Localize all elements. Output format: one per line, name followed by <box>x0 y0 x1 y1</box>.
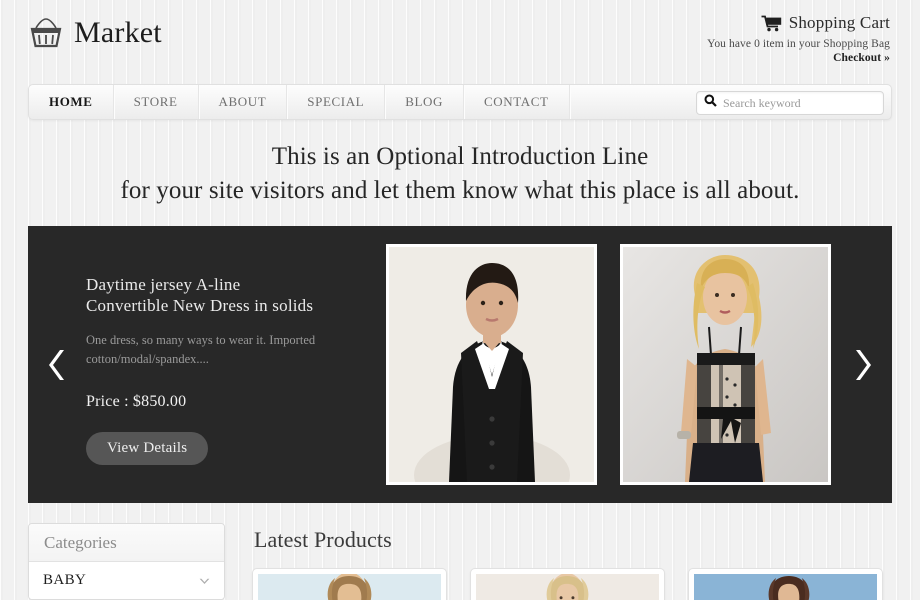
site-logo[interactable]: Market <box>28 16 162 50</box>
shopping-cart-link[interactable]: Shopping Cart <box>640 13 890 33</box>
chevron-right-icon <box>856 349 871 380</box>
categories-sidebar: Categories BABY <box>28 523 225 600</box>
main-navigation: HOME STORE ABOUT SPECIAL BLOG CONTACT <box>28 84 892 120</box>
shopping-cart-title: Shopping Cart <box>788 13 890 32</box>
product-card-2[interactable] <box>470 568 665 600</box>
shopping-basket-icon <box>28 16 64 50</box>
product-thumbnail-2 <box>476 574 659 600</box>
nav-item-special[interactable]: SPECIAL <box>287 85 386 119</box>
product-thumbnail-1 <box>258 574 441 600</box>
slide-image-2[interactable] <box>620 244 831 485</box>
nav-item-about[interactable]: ABOUT <box>199 85 288 119</box>
categories-header: Categories <box>29 524 224 562</box>
slide-title-line-2: Convertible New Dress in solids <box>86 296 314 315</box>
chevron-down-icon <box>199 572 210 590</box>
intro-line-2: for your site visitors and let them know… <box>120 177 800 204</box>
latest-products-grid <box>252 568 883 600</box>
latest-products-title: Latest Products <box>254 527 392 552</box>
nav-item-list: HOME STORE ABOUT SPECIAL BLOG CONTACT <box>29 85 570 119</box>
nav-item-store[interactable]: STORE <box>114 85 199 119</box>
slider-next-button[interactable] <box>848 344 876 386</box>
shopping-cart-block: Shopping Cart You have 0 item in your Sh… <box>640 13 890 64</box>
view-details-button[interactable]: View Details <box>86 432 209 465</box>
search-box[interactable] <box>696 91 884 115</box>
intro-text-block: This is an Optional Introduction Line fo… <box>0 140 920 208</box>
slide-description: One dress, so many ways to wear it. Impo… <box>86 333 316 366</box>
product-card-1[interactable] <box>252 568 447 600</box>
sidebar-item-baby[interactable]: BABY <box>29 562 224 599</box>
chevron-left-icon <box>49 349 64 380</box>
product-thumbnail-3 <box>694 574 877 600</box>
site-logo-text: Market <box>74 16 162 49</box>
page-header: Market Shopping Cart You have 0 item in … <box>0 0 920 82</box>
slide-title: Daytime jersey A-line Convertible New Dr… <box>86 274 366 316</box>
category-label: BABY <box>43 572 87 588</box>
shopping-cart-icon <box>761 15 782 32</box>
search-input[interactable] <box>723 95 876 111</box>
nav-item-home[interactable]: HOME <box>29 85 114 119</box>
slider-prev-button[interactable] <box>44 344 72 386</box>
featured-product-slider: Daytime jersey A-line Convertible New Dr… <box>28 226 892 503</box>
search-icon <box>704 94 717 112</box>
nav-item-contact[interactable]: CONTACT <box>464 85 570 119</box>
slide-text-block: Daytime jersey A-line Convertible New Dr… <box>86 274 366 465</box>
slide-image-1[interactable] <box>386 244 597 485</box>
slide-title-line-1: Daytime jersey A-line <box>86 275 241 294</box>
intro-line-1: This is an Optional Introduction Line <box>271 143 649 170</box>
product-card-3[interactable] <box>688 568 883 600</box>
nav-item-blog[interactable]: BLOG <box>385 85 465 119</box>
slide-price: Price : $850.00 <box>86 393 187 410</box>
cart-summary-text: You have 0 item in your Shopping Bag <box>707 38 890 50</box>
checkout-link[interactable]: Checkout » <box>640 52 890 64</box>
